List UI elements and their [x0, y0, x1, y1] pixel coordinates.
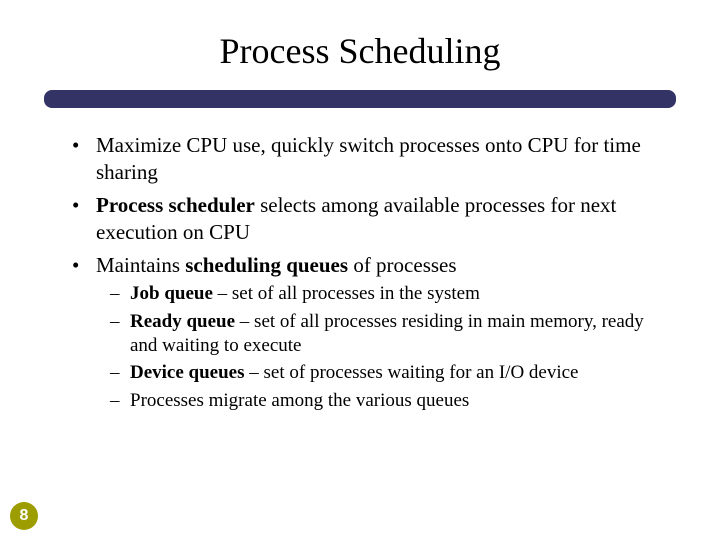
slide: Process Scheduling Maximize CPU use, qui…	[0, 0, 720, 540]
bullet-item: Process scheduler selects among availabl…	[96, 192, 660, 246]
bullet-bold: Process scheduler	[96, 193, 255, 217]
slide-content: Maximize CPU use, quickly switch process…	[56, 132, 660, 413]
sub-bullet-item: Device queues – set of processes waiting…	[130, 361, 660, 385]
bullet-item: Maximize CPU use, quickly switch process…	[96, 132, 660, 186]
bullet-bold: scheduling queues	[185, 253, 353, 277]
slide-title: Process Scheduling	[0, 0, 720, 82]
bullet-text: Maximize CPU use, quickly switch process…	[96, 133, 641, 184]
bullet-text: Maintains	[96, 253, 185, 277]
sub-bullet-list: Job queue – set of all processes in the …	[96, 282, 660, 413]
sub-bullet-bold: Ready queue	[130, 311, 235, 332]
title-divider	[44, 90, 676, 108]
sub-bullet-item: Processes migrate among the various queu…	[130, 389, 660, 413]
sub-bullet-text: – set of all processes in the system	[213, 283, 480, 304]
bullet-text: of processes	[353, 253, 456, 277]
page-number: 8	[20, 507, 29, 525]
bullet-list: Maximize CPU use, quickly switch process…	[56, 132, 660, 413]
sub-bullet-bold: Device queues	[130, 362, 245, 383]
sub-bullet-bold: Job queue	[130, 283, 213, 304]
sub-bullet-item: Ready queue – set of all processes resid…	[130, 310, 660, 359]
sub-bullet-text: – set of processes waiting for an I/O de…	[245, 362, 579, 383]
sub-bullet-item: Job queue – set of all processes in the …	[130, 282, 660, 306]
sub-bullet-text: Processes migrate among the various queu…	[130, 390, 469, 411]
page-number-badge: 8	[10, 502, 38, 530]
bullet-item: Maintains scheduling queues of processes…	[96, 252, 660, 413]
